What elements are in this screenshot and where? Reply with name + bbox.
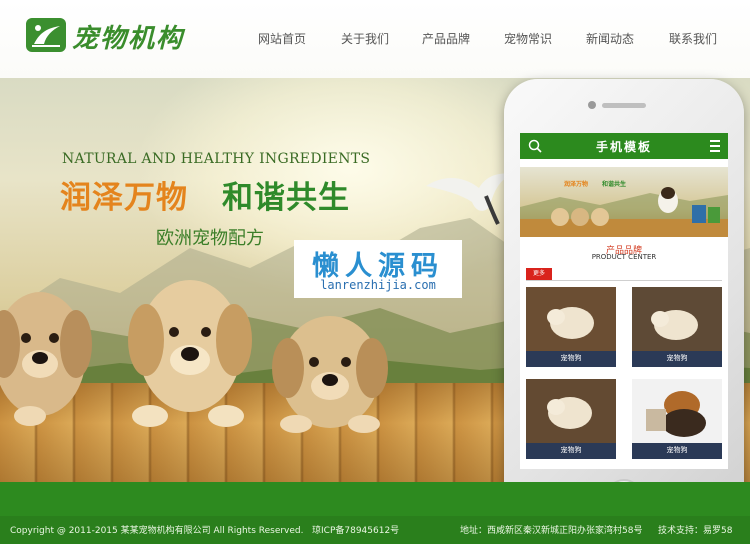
site-header: 宠物机构 网站首页 关于我们 产品品牌 宠物常识 新闻动态 联系我们 [0, 0, 750, 78]
site-footer: Copyright @ 2011-2015 某某宠物机构有限公司 All Rig… [0, 482, 750, 544]
bird-illustration [426, 173, 512, 225]
watermark-badge: 懒人源码 lanrenzhijia.com [294, 240, 462, 298]
menu-icon[interactable] [710, 140, 720, 152]
mobile-screen: 手机模板 润泽万物 和谐共生 产品品牌 PRODUCT CENTER 更多 宠物… [520, 133, 728, 469]
mobile-banner[interactable]: 润泽万物 和谐共生 [520, 167, 728, 237]
mobile-title: 手机模板 [595, 140, 652, 154]
mobile-banner-illustration [520, 187, 728, 237]
footer-support[interactable]: 技术支持：易罗58 [658, 523, 732, 536]
hero-headline-green: 和谐共生 [222, 180, 350, 216]
nav-item-contact[interactable]: 联系我们 [669, 30, 717, 47]
footer-address: 地址：西咸新区秦汉新城正阳办张家湾村58号 [460, 526, 643, 536]
mobile-banner-text-1: 润泽万物 [564, 181, 589, 188]
main-nav: 网站首页 关于我们 产品品牌 宠物常识 新闻动态 联系我们 [0, 30, 750, 50]
nav-item-knowledge[interactable]: 宠物常识 [504, 30, 552, 47]
puppies-illustration [0, 280, 388, 433]
nav-item-brands[interactable]: 产品品牌 [422, 30, 470, 47]
product-label: 宠物狗 [560, 354, 582, 362]
product-card[interactable]: 宠物狗 [632, 287, 722, 367]
product-image [632, 379, 722, 443]
speaker-icon [602, 103, 646, 108]
mobile-banner-text-2: 和谐共生 [602, 181, 627, 188]
divider [526, 280, 722, 281]
phone-mockup: 手机模板 润泽万物 和谐共生 产品品牌 PRODUCT CENTER 更多 宠物… [504, 79, 744, 523]
product-card[interactable]: 宠物狗 [526, 379, 616, 459]
product-card[interactable]: 宠物狗 [526, 287, 616, 367]
hero-english-tagline: NATURAL AND HEALTHY INGREDIENTS [62, 151, 371, 167]
mobile-section-subtitle: PRODUCT CENTER [591, 253, 657, 261]
product-image [632, 287, 722, 351]
mobile-header: 手机模板 [520, 133, 728, 159]
product-label: 宠物狗 [560, 446, 582, 454]
product-image [526, 287, 616, 351]
nav-item-news[interactable]: 新闻动态 [586, 30, 634, 47]
footer-icp[interactable]: 琼ICP备78945612号 [312, 523, 399, 536]
hero-subtitle: 欧洲宠物配方 [156, 228, 264, 249]
product-image [526, 379, 616, 443]
watermark-url: lanrenzhijia.com [320, 278, 436, 292]
product-label: 宠物狗 [666, 354, 688, 362]
nav-item-home[interactable]: 网站首页 [258, 30, 306, 47]
product-card[interactable]: 宠物狗 [632, 379, 722, 459]
product-label: 宠物狗 [666, 446, 688, 454]
camera-icon [588, 101, 596, 109]
nav-item-about[interactable]: 关于我们 [341, 30, 389, 47]
hero-headline-orange: 润泽万物 [60, 180, 188, 216]
footer-copyright: Copyright @ 2011-2015 某某宠物机构有限公司 All Rig… [10, 526, 304, 536]
more-button[interactable]: 更多 [526, 268, 552, 280]
